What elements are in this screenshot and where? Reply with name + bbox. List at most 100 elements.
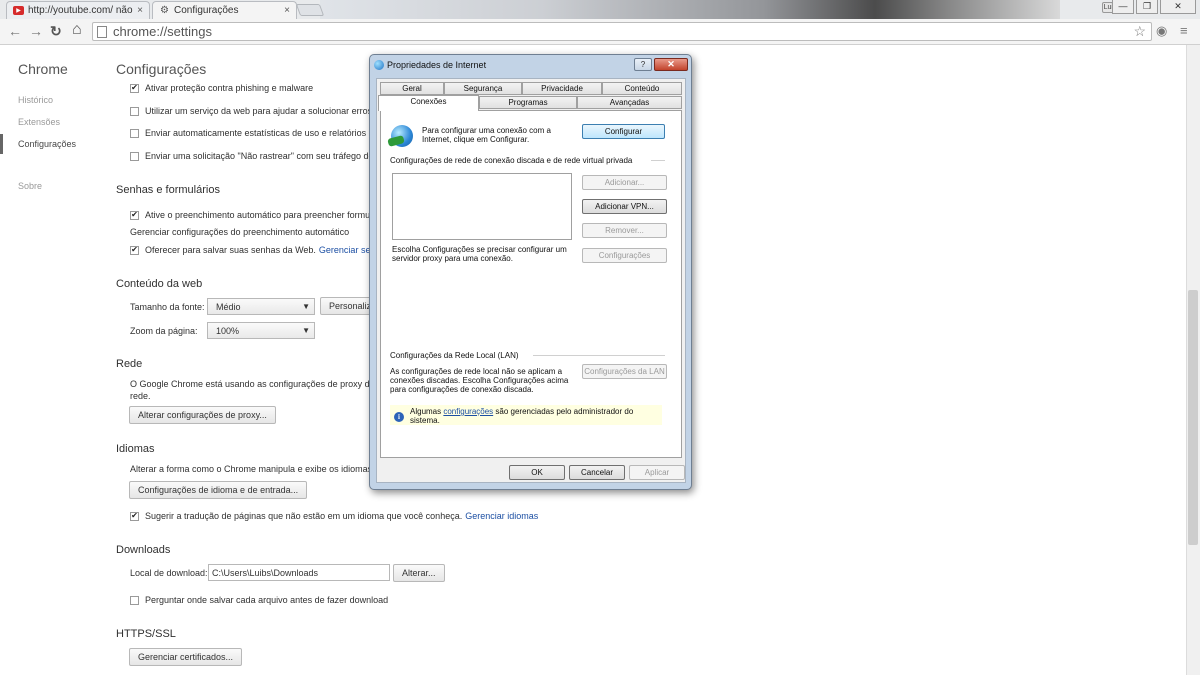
tab-geral[interactable]: Geral — [380, 82, 444, 95]
dialup-heading: Configurações de rede de conexão discada… — [390, 156, 633, 165]
address-text: chrome://settings — [113, 24, 212, 39]
dialog-title: Propriedades de Internet — [387, 60, 487, 70]
back-icon[interactable]: ← — [8, 23, 22, 39]
font-size-select[interactable]: Médio ▼ — [207, 298, 315, 315]
address-bar[interactable]: chrome://settings ☆ — [92, 22, 1152, 41]
window-controls: — ❐ ✕ — [1112, 0, 1196, 14]
option-label: Ative o preenchimento automático para pr… — [145, 210, 371, 220]
apply-button[interactable]: Aplicar — [629, 465, 685, 480]
customize-fonts-button[interactable]: Personaliza — [320, 297, 376, 315]
font-size-label: Tamanho da fonte: — [130, 302, 205, 312]
reload-icon[interactable]: ↻ — [50, 23, 62, 40]
option-label: Utilizar um serviço da web para ajudar a… — [145, 106, 373, 116]
option-label: Enviar uma solicitação "Não rastrear" co… — [145, 151, 374, 161]
help-button[interactable]: ? — [634, 58, 652, 71]
privacy-option-statistics[interactable]: Enviar automaticamente estatísticas de u… — [130, 128, 374, 138]
dialog-body: Geral Segurança Privacidade Conteúdo Con… — [376, 78, 686, 483]
option-label: Perguntar onde salvar cada arquivo antes… — [145, 595, 389, 605]
save-passwords-option[interactable]: ✔ Oferecer para salvar suas senhas da We… — [130, 245, 380, 255]
minimize-button[interactable]: — — [1112, 0, 1134, 14]
cancel-button[interactable]: Cancelar — [569, 465, 625, 480]
connections-list[interactable] — [392, 173, 572, 240]
bookmark-star-icon[interactable]: ☆ — [1133, 23, 1146, 40]
section-title-network: Rede — [116, 358, 143, 370]
scrollbar-thumb[interactable] — [1188, 290, 1198, 545]
option-label: Sugerir a tradução de páginas que não es… — [145, 511, 463, 521]
change-proxy-button[interactable]: Alterar configurações de proxy... — [129, 406, 276, 424]
checkbox[interactable] — [130, 128, 139, 138]
home-icon[interactable]: ⌂ — [72, 21, 82, 39]
chevron-down-icon: ▼ — [302, 302, 310, 311]
sidebar-item-sobre[interactable]: Sobre — [18, 181, 42, 191]
checkbox[interactable] — [130, 106, 139, 116]
tab-label: http://youtube.com/ não ( — [28, 5, 134, 16]
page-zoom-select[interactable]: 100% ▼ — [207, 322, 315, 339]
section-title-downloads: Downloads — [116, 544, 171, 556]
page-icon — [97, 25, 107, 38]
configure-button[interactable]: Configurar — [582, 124, 665, 139]
manage-certificates-button[interactable]: Gerenciar certificados... — [129, 648, 243, 666]
tab-seguranca[interactable]: Segurança — [444, 82, 522, 95]
tab-youtube[interactable]: ▶ http://youtube.com/ não ( × — [6, 1, 150, 19]
privacy-option-web-service[interactable]: Utilizar um serviço da web para ajudar a… — [130, 106, 372, 116]
globe-icon — [391, 125, 413, 147]
checkbox[interactable]: ✔ — [130, 245, 139, 255]
add-vpn-button[interactable]: Adicionar VPN... — [582, 199, 667, 214]
option-label: Ativar proteção contra phishing e malwar… — [145, 83, 314, 93]
checkbox[interactable] — [130, 151, 139, 161]
download-location-field[interactable]: C:\Users\Luibs\Downloads — [208, 564, 390, 581]
tab-configuracoes[interactable]: ⚙ Configurações × — [152, 1, 297, 19]
admin-notice: Algumas configurações são gerenciadas pe… — [410, 407, 650, 425]
settings-button[interactable]: Configurações — [582, 248, 667, 263]
info-icon: i — [394, 412, 404, 422]
menu-icon[interactable]: ≡ — [1180, 23, 1188, 38]
privacy-option-do-not-track[interactable]: Enviar uma solicitação "Não rastrear" co… — [130, 151, 374, 161]
connections-panel: Para configurar uma conexão com a Intern… — [380, 110, 682, 458]
add-button[interactable]: Adicionar... — [582, 175, 667, 190]
selected-value: Médio — [216, 301, 241, 312]
ok-button[interactable]: OK — [509, 465, 565, 480]
lan-settings-button[interactable]: Configurações da LAN — [582, 364, 667, 379]
dialog-close-button[interactable]: ✕ — [654, 58, 688, 71]
remove-button[interactable]: Remover... — [582, 223, 667, 238]
section-title-passwords: Senhas e formulários — [116, 184, 220, 196]
close-icon[interactable]: × — [284, 5, 290, 16]
selected-value: 100% — [216, 325, 240, 336]
tab-conexoes[interactable]: Conexões — [378, 95, 479, 111]
notice-text: sistema. — [410, 416, 440, 425]
tab-conteudo[interactable]: Conteúdo — [602, 82, 682, 95]
manage-autofill-link[interactable]: Gerenciar configurações do preenchimento… — [130, 227, 349, 237]
ask-download-location-option[interactable]: Perguntar onde salvar cada arquivo antes… — [130, 595, 388, 605]
sidebar-item-historico[interactable]: Histórico — [18, 95, 53, 105]
close-icon[interactable]: × — [137, 5, 143, 16]
notice-text: Algumas — [410, 407, 442, 416]
checkbox[interactable]: ✔ — [130, 83, 139, 93]
change-download-location-button[interactable]: Alterar... — [393, 564, 445, 582]
new-tab-button[interactable] — [295, 4, 325, 16]
tab-programas[interactable]: Programas — [479, 96, 577, 109]
checkbox[interactable] — [130, 595, 139, 605]
gear-icon: ⚙ — [160, 5, 169, 16]
tab-privacidade[interactable]: Privacidade — [522, 82, 602, 95]
forward-icon[interactable]: → — [29, 23, 43, 39]
option-label: Enviar automaticamente estatísticas de u… — [145, 128, 374, 138]
language-settings-button[interactable]: Configurações de idioma e de entrada... — [129, 481, 308, 499]
admin-settings-link[interactable]: configurações — [443, 407, 493, 416]
tab-avancadas[interactable]: Avançadas — [577, 96, 682, 109]
checkbox[interactable]: ✔ — [130, 210, 139, 220]
autofill-option[interactable]: ✔ Ative o preenchimento automático para … — [130, 210, 370, 220]
restore-button[interactable]: ❐ — [1136, 0, 1158, 14]
translate-option[interactable]: ✔ Sugerir a tradução de páginas que não … — [130, 511, 538, 521]
lan-heading: Configurações da Rede Local (LAN) — [390, 351, 519, 360]
checkbox[interactable]: ✔ — [130, 511, 139, 521]
setup-description: Para configurar uma conexão com a Intern… — [422, 126, 551, 144]
privacy-option-phishing[interactable]: ✔ Ativar proteção contra phishing e malw… — [130, 83, 313, 93]
extension-icon[interactable]: ◉ — [1156, 23, 1167, 39]
sidebar-item-extensoes[interactable]: Extensões — [18, 117, 60, 127]
option-label: Oferecer para salvar suas senhas da Web. — [145, 245, 316, 255]
lan-description: As configurações de rede local não se ap… — [390, 367, 569, 394]
manage-languages-link[interactable]: Gerenciar idiomas — [465, 511, 538, 521]
sidebar-item-configuracoes[interactable]: Configurações — [18, 139, 76, 149]
network-description: O Google Chrome está usando as configura… — [130, 379, 375, 389]
close-window-button[interactable]: ✕ — [1160, 0, 1196, 14]
